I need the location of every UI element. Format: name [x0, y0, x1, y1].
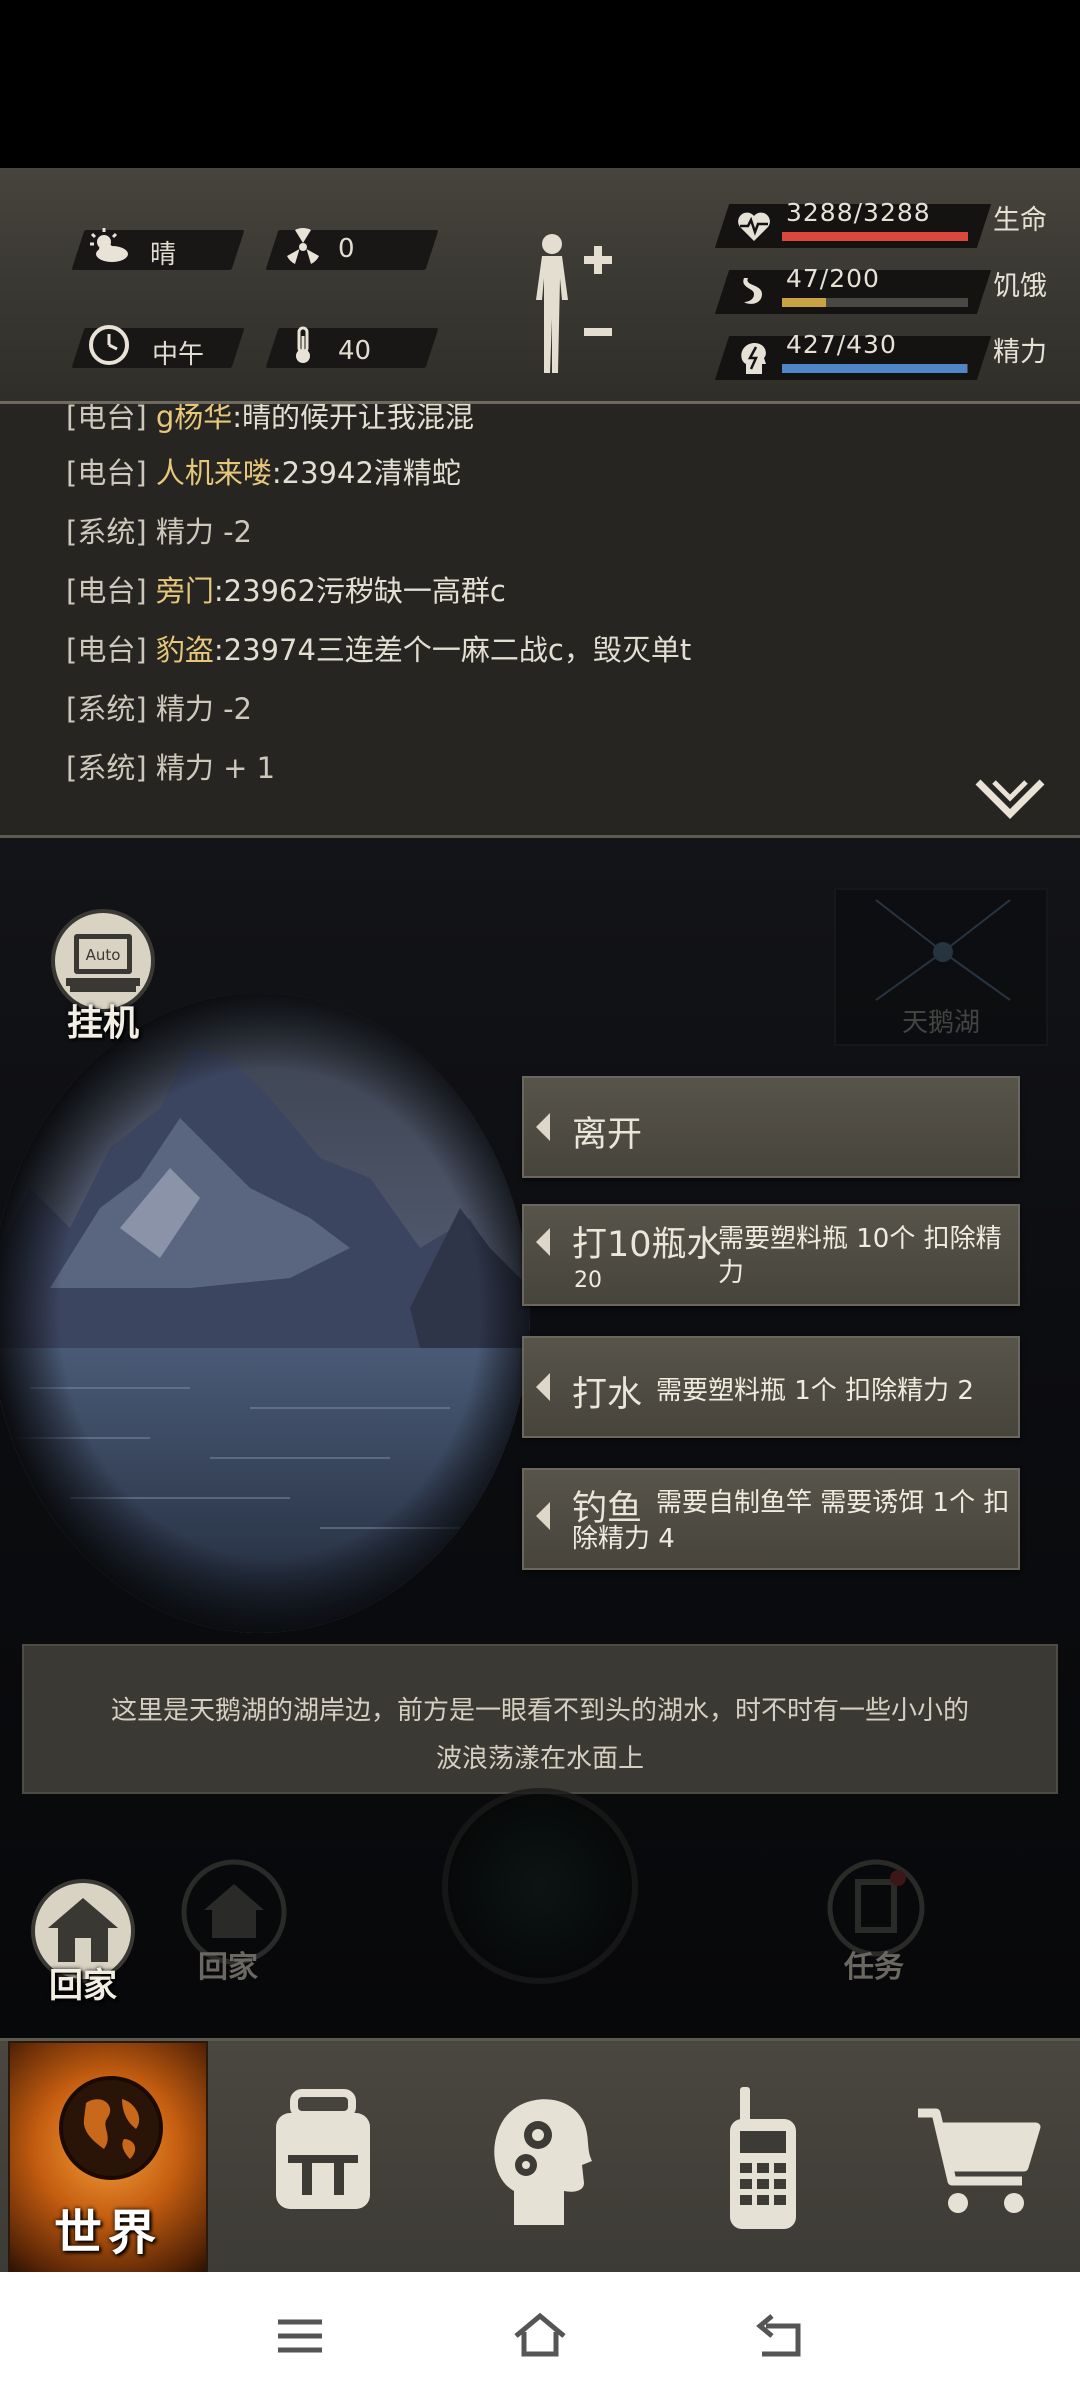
health-value: 3288/3288	[786, 198, 931, 227]
location-description: 这里是天鹅湖的湖岸边，前方是一眼看不到头的湖水，时不时有一些小小的 波浪荡漾在水…	[22, 1644, 1058, 1794]
action-cost-continued: 20	[574, 1268, 602, 1293]
auto-idle-label: 挂机	[66, 1003, 139, 1044]
lake-scene-illustration	[0, 993, 530, 1633]
go-home-label: 回家	[49, 1966, 117, 2006]
faded-task-label: 任务	[844, 1950, 904, 1985]
shopping-cart-icon	[918, 2108, 1041, 2186]
log-line: [电台] 豹盗:23974三连差个一麻二战c，毁灭单t	[66, 633, 692, 667]
android-navigation-bar	[0, 2272, 1080, 2400]
energy-fill	[782, 364, 967, 373]
minimap[interactable]: 天鹅湖	[834, 888, 1048, 1046]
radiation-value: 0	[338, 234, 355, 264]
walkie-talkie-icon	[730, 2087, 796, 2229]
globe-icon	[59, 2076, 163, 2180]
plus-icon	[584, 246, 612, 274]
scene-view: 天鹅湖 Auto 挂机 离开 打10瓶水 需要塑料瓶 10个 扣除精力 20 打…	[0, 838, 1080, 2038]
log-line: [电台] g杨华:晴的候开让我混混	[66, 404, 475, 434]
stats-panel: 晴 0 中午 40 3288/3288 生命 47/200 饥饿 427/430…	[0, 168, 1080, 404]
stomach-icon	[743, 278, 762, 304]
action-cost: 需要自制鱼竿 需要诱饵 1个 扣	[656, 1488, 1010, 1518]
home-nav-icon[interactable]	[512, 2310, 568, 2362]
nav-shop-tab[interactable]	[914, 2083, 1044, 2233]
weather-sunny-icon	[90, 228, 128, 262]
faded-home-label: 回家	[198, 1950, 258, 1985]
energy-value: 427/430	[786, 330, 897, 359]
health-label: 生命	[993, 205, 1047, 236]
heart-pulse-icon	[738, 212, 770, 241]
minimap-location-label: 天鹅湖	[901, 1008, 980, 1038]
weather-text: 晴	[150, 240, 177, 270]
radiation-icon	[287, 228, 319, 264]
log-line: [系统] 精力 + 1	[66, 751, 276, 785]
action-cost: 需要塑料瓶 10个 扣除精力	[718, 1224, 1002, 1288]
arrow-left-icon	[536, 1502, 550, 1530]
clock-icon	[89, 325, 129, 365]
faded-dial	[442, 1788, 638, 1984]
auto-badge-text: Auto	[86, 946, 121, 964]
nav-skills-tab[interactable]	[478, 2083, 608, 2233]
log-line: [系统] 精力 -2	[66, 515, 252, 549]
hunger-fill	[782, 298, 826, 307]
body-figure-icon	[536, 234, 568, 373]
description-line-1: 这里是天鹅湖的湖岸边，前方是一眼看不到头的湖水，时不时有一些小小的	[110, 1696, 969, 1726]
thermometer-icon	[296, 326, 310, 363]
hunger-label: 饥饿	[993, 271, 1047, 302]
temperature-value: 40	[338, 336, 372, 366]
hunger-value: 47/200	[786, 264, 880, 293]
minus-icon	[584, 328, 612, 336]
action-title: 打10瓶水	[572, 1225, 722, 1265]
nav-world-label: 世界	[53, 2205, 162, 2261]
energy-track	[782, 364, 968, 373]
backpack-icon	[276, 2089, 370, 2209]
arrow-left-icon	[536, 1373, 550, 1401]
fishing-button[interactable]: 钓鱼 需要自制鱼竿 需要诱饵 1个 扣 除精力 4	[522, 1468, 1020, 1570]
hunger-track	[782, 298, 968, 307]
log-line: [电台] 旁门:23962污秽缺一高群c	[66, 574, 506, 608]
minimap-node-icon	[875, 899, 1011, 1001]
log-line: [系统] 精力 -2	[66, 692, 252, 726]
nav-world-tab[interactable]: 世界	[8, 2041, 208, 2275]
menu-icon[interactable]	[272, 2310, 328, 2362]
message-log[interactable]: [电台] g杨华:晴的候开让我混混 [电台] 人机来喽:23942清精蛇 [系统…	[0, 404, 1080, 838]
back-icon[interactable]	[752, 2310, 808, 2362]
action-title: 打水	[572, 1375, 643, 1415]
arrow-left-icon	[536, 1228, 550, 1256]
energy-label: 精力	[993, 337, 1047, 368]
expand-log-chevron-icon[interactable]	[970, 774, 1050, 824]
arrow-left-icon	[536, 1113, 550, 1141]
health-track	[782, 232, 968, 241]
description-line-2: 波浪荡漾在水面上	[435, 1744, 644, 1774]
energy-head-icon	[741, 343, 766, 374]
nav-backpack-tab[interactable]	[258, 2083, 388, 2233]
bottom-navigation: 世界	[0, 2038, 1080, 2275]
action-cost: 需要塑料瓶 1个 扣除精力 2	[656, 1376, 974, 1406]
health-fill	[782, 232, 968, 241]
fill-10-bottles-button[interactable]: 打10瓶水 需要塑料瓶 10个 扣除精力 20	[522, 1204, 1020, 1306]
time-of-day-text: 中午	[152, 340, 205, 370]
system-status-bar	[0, 0, 1080, 168]
leave-button[interactable]: 离开	[522, 1076, 1020, 1178]
nav-radio-tab[interactable]	[698, 2083, 828, 2233]
action-cost-continued: 除精力 4	[572, 1524, 675, 1554]
character-body-button[interactable]	[512, 228, 632, 378]
fetch-water-button[interactable]: 打水 需要塑料瓶 1个 扣除精力 2	[522, 1336, 1020, 1438]
log-line: [电台] 人机来喽:23942清精蛇	[66, 456, 461, 490]
action-title: 离开	[572, 1115, 643, 1155]
head-gears-icon	[494, 2099, 592, 2225]
